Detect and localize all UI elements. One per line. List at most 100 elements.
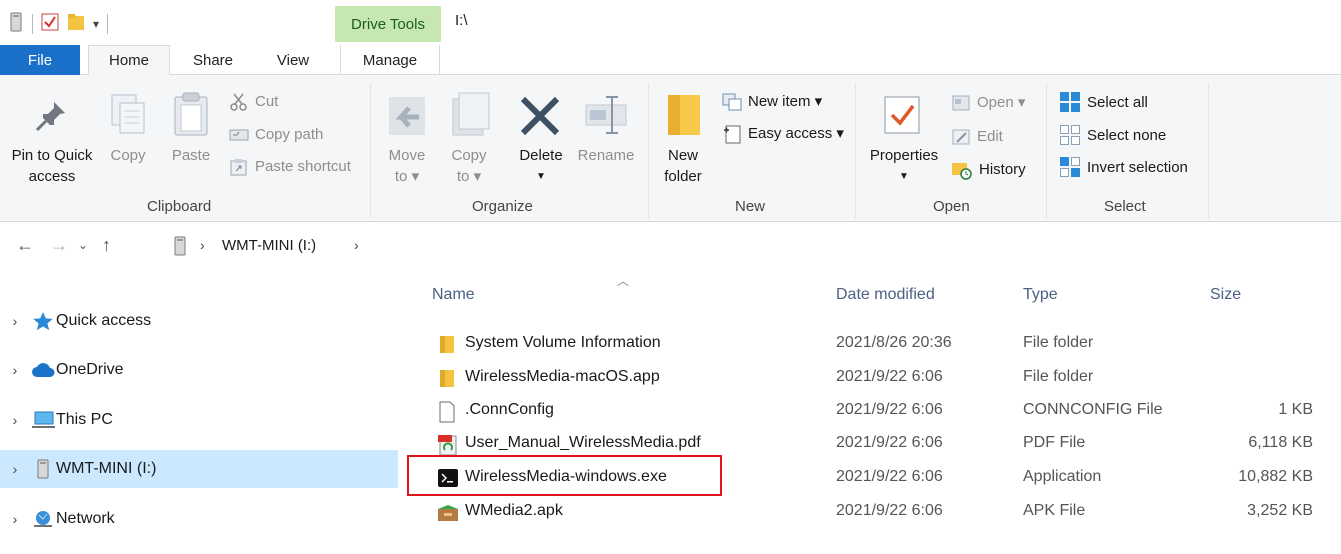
paste-shortcut-button[interactable]: Paste shortcut <box>229 156 351 177</box>
edit-label: Edit <box>977 128 1003 145</box>
drive-icon <box>173 236 187 260</box>
file-date: 2021/9/22 6:06 <box>836 368 943 385</box>
back-arrow-icon[interactable]: ← <box>16 235 34 256</box>
forward-arrow-icon[interactable]: → <box>50 235 68 256</box>
rename-button[interactable]: Rename <box>573 145 639 166</box>
properties-button[interactable]: Properties ▼ <box>864 145 944 187</box>
easy-access-icon <box>724 125 741 143</box>
expand-chevron-icon[interactable]: › <box>0 313 30 329</box>
cloud-icon <box>30 362 56 378</box>
red-highlight-box <box>407 455 722 496</box>
column-header-size[interactable]: Size <box>1210 286 1241 304</box>
file-name: .ConnConfig <box>465 401 554 418</box>
file-size: 10,882 KB <box>1238 468 1313 485</box>
edit-button[interactable]: Edit <box>951 126 1003 147</box>
paste-icon <box>172 91 210 141</box>
properties-icon <box>883 95 921 139</box>
delete-x-icon <box>519 95 561 141</box>
file-type: PDF File <box>1023 434 1086 451</box>
nav-item-this-pc[interactable]: › This PC <box>0 401 398 439</box>
folder-icon <box>437 368 457 388</box>
window-title: I:\ <box>455 12 468 29</box>
file-row[interactable]: WirelessMedia-macOS.app 2021/9/22 6:06 F… <box>400 361 1341 394</box>
pin-to-quick-access-button[interactable]: Pin to Quick access <box>4 145 100 187</box>
properties-dropdown-icon[interactable]: ▼ <box>864 166 944 187</box>
breadcrumb-chevron-icon[interactable]: › <box>200 237 205 253</box>
paste-shortcut-icon <box>230 158 247 175</box>
expand-chevron-icon[interactable]: › <box>0 511 30 527</box>
column-header-type[interactable]: Type <box>1023 286 1058 304</box>
file-row[interactable]: System Volume Information 2021/8/26 20:3… <box>400 327 1341 360</box>
quick-access-toolbar: ▾ <box>8 12 109 36</box>
new-folder-large-icon <box>664 91 704 141</box>
select-all-icon <box>1060 92 1080 112</box>
expand-chevron-icon[interactable]: › <box>0 461 30 477</box>
easy-access-label: Easy access ▾ <box>748 125 844 142</box>
new-folder-button[interactable]: New folder <box>654 145 712 187</box>
new-folder-label-line1: New <box>667 147 698 164</box>
drive-icon[interactable] <box>8 12 24 36</box>
delete-label: Delete <box>519 147 563 164</box>
invert-selection-label: Invert selection <box>1087 158 1188 176</box>
column-header-name[interactable]: Name <box>432 286 475 304</box>
select-all-button[interactable]: Select all <box>1059 91 1148 113</box>
group-divider <box>370 83 371 218</box>
expand-chevron-icon[interactable]: › <box>0 362 30 378</box>
copy-button[interactable]: Copy <box>104 145 152 166</box>
invert-selection-button[interactable]: Invert selection <box>1059 156 1188 178</box>
pdf-icon <box>437 434 457 456</box>
breadcrumb-chevron-icon[interactable]: › <box>354 237 359 253</box>
copy-to-label-line2: to ▾ <box>456 168 482 185</box>
tab-file[interactable]: File <box>0 45 80 75</box>
nav-item-onedrive[interactable]: › OneDrive <box>0 351 398 389</box>
breadcrumb-location[interactable]: WMT-MINI (I:) <box>222 237 316 254</box>
customize-toolbar-chevron-icon[interactable]: ▾ <box>93 17 99 31</box>
toolbar-divider <box>107 14 109 34</box>
up-arrow-icon[interactable]: ↑ <box>102 235 111 256</box>
copy-to-button[interactable]: Copy to ▾ <box>442 145 496 187</box>
easy-access-button[interactable]: Easy access ▾ <box>722 123 844 144</box>
nav-item-network[interactable]: › Network <box>0 500 398 538</box>
toolbar-divider <box>32 14 33 34</box>
expand-chevron-icon[interactable]: › <box>0 412 30 428</box>
copy-path-label: Copy path <box>255 126 324 143</box>
delete-button[interactable]: Delete ▼ <box>510 145 572 187</box>
nav-label: WMT-MINI (I:) <box>56 460 157 477</box>
new-folder-icon[interactable] <box>67 13 85 35</box>
file-row[interactable]: WMedia2.apk 2021/9/22 6:06 APK File 3,25… <box>400 495 1341 528</box>
select-none-button[interactable]: Select none <box>1059 124 1166 146</box>
address-bar-row: ← → ⌄ ↑ › WMT-MINI (I:) › <box>0 222 1341 272</box>
history-button[interactable]: History <box>951 159 1026 180</box>
tab-view[interactable]: View <box>258 45 328 75</box>
drive-tools-context-tab[interactable]: Drive Tools <box>335 6 441 42</box>
pin-icon <box>34 99 68 137</box>
file-type: Application <box>1023 468 1102 485</box>
select-all-label: Select all <box>1087 93 1148 111</box>
tab-share[interactable]: Share <box>178 45 248 75</box>
group-label-new: New <box>735 198 766 215</box>
cut-button[interactable]: Cut <box>229 91 278 112</box>
recent-locations-chevron-icon[interactable]: ⌄ <box>78 238 88 252</box>
new-item-button[interactable]: New item ▾ <box>722 91 822 112</box>
copy-icon <box>108 93 148 141</box>
file-name: User_Manual_WirelessMedia.pdf <box>465 434 701 451</box>
file-row[interactable]: .ConnConfig 2021/9/22 6:06 CONNCONFIG Fi… <box>400 394 1341 427</box>
scissors-icon <box>230 93 247 111</box>
properties-check-icon[interactable] <box>41 13 59 35</box>
nav-label: Quick access <box>56 312 152 329</box>
sort-ascending-icon: ︿ <box>617 274 630 288</box>
open-button[interactable]: Open ▾ <box>951 92 1025 113</box>
delete-dropdown-icon[interactable]: ▼ <box>510 166 572 187</box>
nav-item-quick-access[interactable]: › Quick access <box>0 302 398 340</box>
tab-manage[interactable]: Manage <box>340 45 440 75</box>
tab-home[interactable]: Home <box>88 45 170 76</box>
move-to-button[interactable]: Move to ▾ <box>380 145 434 187</box>
column-header-date-modified[interactable]: Date modified <box>836 286 935 304</box>
move-to-label-line1: Move <box>388 147 426 164</box>
paste-button[interactable]: Paste <box>164 145 218 166</box>
group-divider <box>855 83 856 218</box>
nav-item-wmt-mini[interactable]: › WMT-MINI (I:) <box>0 450 398 488</box>
copy-path-button[interactable]: Copy path <box>229 124 323 145</box>
computer-icon <box>30 411 56 429</box>
file-date: 2021/9/22 6:06 <box>836 401 943 418</box>
